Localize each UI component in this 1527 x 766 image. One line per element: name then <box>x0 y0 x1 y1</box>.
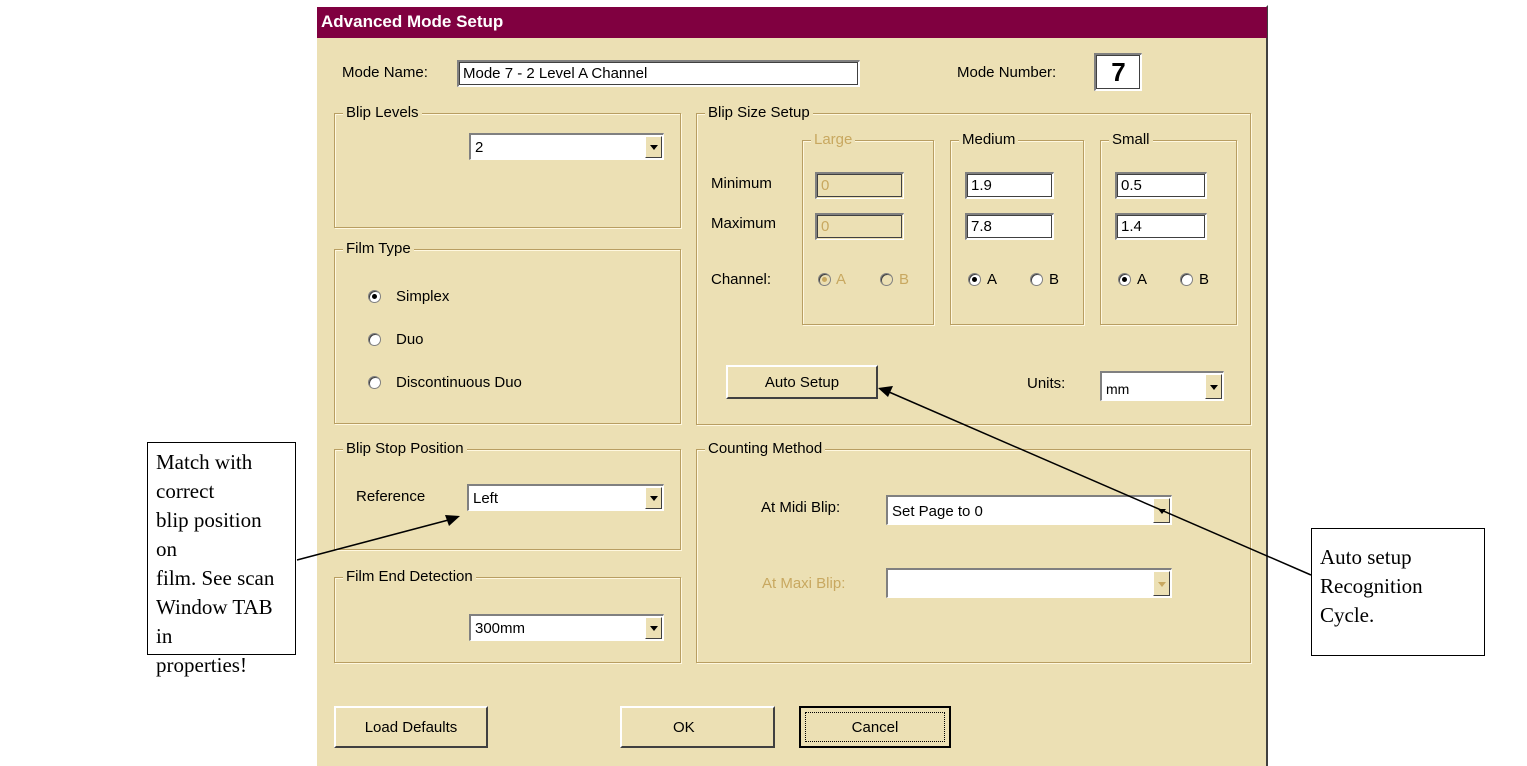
annotation-arrows <box>296 386 1312 576</box>
right-arrowhead-icon <box>878 386 893 397</box>
left-arrow-line <box>296 517 457 561</box>
right-arrow-line <box>888 391 1312 576</box>
left-arrowhead-icon <box>445 515 460 526</box>
